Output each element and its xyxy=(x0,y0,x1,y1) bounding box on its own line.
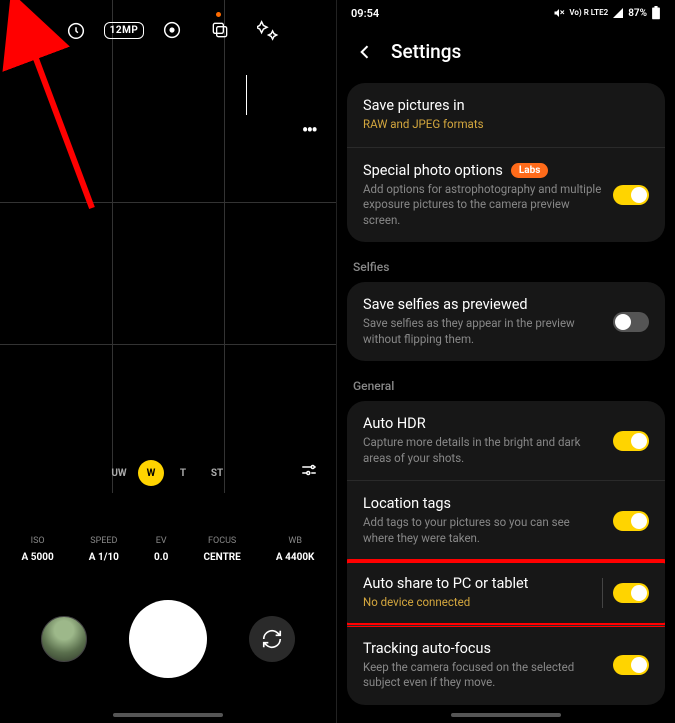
row-save-pictures[interactable]: Save pictures in RAW and JPEG formats xyxy=(347,83,665,147)
toggle-tracking[interactable] xyxy=(613,655,649,675)
effects-icon[interactable] xyxy=(248,10,288,50)
status-net-label: Vo) R LTE2 xyxy=(569,9,608,17)
status-bar: 09:54 Vo) R LTE2 87% xyxy=(337,0,675,26)
divider xyxy=(602,578,603,608)
row-sub: No device connected xyxy=(363,595,592,611)
resolution-button[interactable]: 12MP xyxy=(104,10,144,50)
row-title: Tracking auto-focus xyxy=(363,640,603,657)
toggle-location[interactable] xyxy=(613,511,649,531)
exposure-slider-line[interactable] xyxy=(246,75,247,115)
section-selfies: Selfies xyxy=(347,252,665,282)
settings-screen: 09:54 Vo) R LTE2 87% Settings xyxy=(337,0,675,723)
settings-list: Save pictures in RAW and JPEG formats Sp… xyxy=(337,83,675,723)
lens-st[interactable]: ST xyxy=(202,459,232,487)
metering-icon[interactable] xyxy=(152,10,192,50)
tune-icon[interactable] xyxy=(300,461,318,479)
pro-params: ISOA 5000 SPEEDA 1/10 EV0.0 FOCUSCENTRE … xyxy=(0,536,336,563)
more-icon[interactable]: ••• xyxy=(302,118,316,142)
row-sub: Keep the camera focused on the selected … xyxy=(363,660,603,691)
row-sub: Save selfies as they appear in the previ… xyxy=(363,316,603,347)
lens-uw[interactable]: UW xyxy=(104,459,134,487)
signal-icon xyxy=(612,7,624,19)
settings-header: Settings xyxy=(337,26,675,83)
row-sub: Add tags to your pictures so you can see… xyxy=(363,515,603,546)
gear-icon[interactable] xyxy=(8,10,48,50)
camera-top-toolbar: 12MP xyxy=(0,0,336,60)
mp-badge: 12MP xyxy=(104,22,145,39)
toggle-special[interactable] xyxy=(613,185,649,205)
row-title: Save selfies as previewed xyxy=(363,296,603,313)
row-auto-share[interactable]: Auto share to PC or tablet No device con… xyxy=(347,560,665,625)
timer-icon[interactable] xyxy=(56,10,96,50)
row-auto-hdr[interactable]: Auto HDR Capture more details in the bri… xyxy=(347,401,665,480)
toggle-selfies[interactable] xyxy=(613,312,649,332)
toggle-auto-hdr[interactable] xyxy=(613,431,649,451)
shutter-row xyxy=(0,600,336,678)
labs-badge: Labs xyxy=(511,163,549,178)
row-title: Auto HDR xyxy=(363,415,603,432)
row-title: Auto share to PC or tablet xyxy=(363,575,592,592)
row-sub: Add options for astrophotography and mul… xyxy=(363,182,603,229)
battery-icon xyxy=(651,6,661,20)
param-speed[interactable]: SPEEDA 1/10 xyxy=(89,536,119,563)
row-title: Special photo options xyxy=(363,162,503,179)
param-iso[interactable]: ISOA 5000 xyxy=(22,536,54,563)
lens-t[interactable]: T xyxy=(168,459,198,487)
section-general: General xyxy=(347,371,665,401)
switch-camera-button[interactable] xyxy=(249,616,295,662)
row-location-tags[interactable]: Location tags Add tags to your pictures … xyxy=(347,480,665,560)
row-special-photo-options[interactable]: Special photo options Labs Add options f… xyxy=(347,147,665,243)
row-title: Save pictures in xyxy=(363,97,649,114)
back-icon[interactable] xyxy=(355,42,375,62)
param-focus[interactable]: FOCUSCENTRE xyxy=(204,536,241,563)
nav-handle[interactable] xyxy=(113,713,223,717)
settings-title: Settings xyxy=(391,40,461,63)
lens-w[interactable]: W xyxy=(138,460,164,486)
row-tracking-af[interactable]: Tracking auto-focus Keep the camera focu… xyxy=(347,625,665,705)
row-save-selfies[interactable]: Save selfies as previewed Save selfies a… xyxy=(347,282,665,361)
row-sub: Capture more details in the bright and d… xyxy=(363,435,603,466)
lens-selector: UW W T ST xyxy=(0,453,336,493)
toggle-auto-share[interactable] xyxy=(613,583,649,603)
status-net-mute-icon xyxy=(553,7,565,19)
notification-dot-icon xyxy=(216,12,221,17)
status-time: 09:54 xyxy=(351,7,379,20)
gallery-thumbnail[interactable] xyxy=(41,616,87,662)
row-sub: RAW and JPEG formats xyxy=(363,117,649,133)
nav-handle[interactable] xyxy=(451,713,561,717)
status-battery: 87% xyxy=(628,8,647,19)
camera-screen: 12MP ••• UW W T ST ISOA 5000 SPE xyxy=(0,0,337,723)
shutter-button[interactable] xyxy=(129,600,207,678)
param-ev[interactable]: EV0.0 xyxy=(154,536,168,563)
param-wb[interactable]: WBA 4400K xyxy=(276,536,315,563)
row-title: Location tags xyxy=(363,495,603,512)
